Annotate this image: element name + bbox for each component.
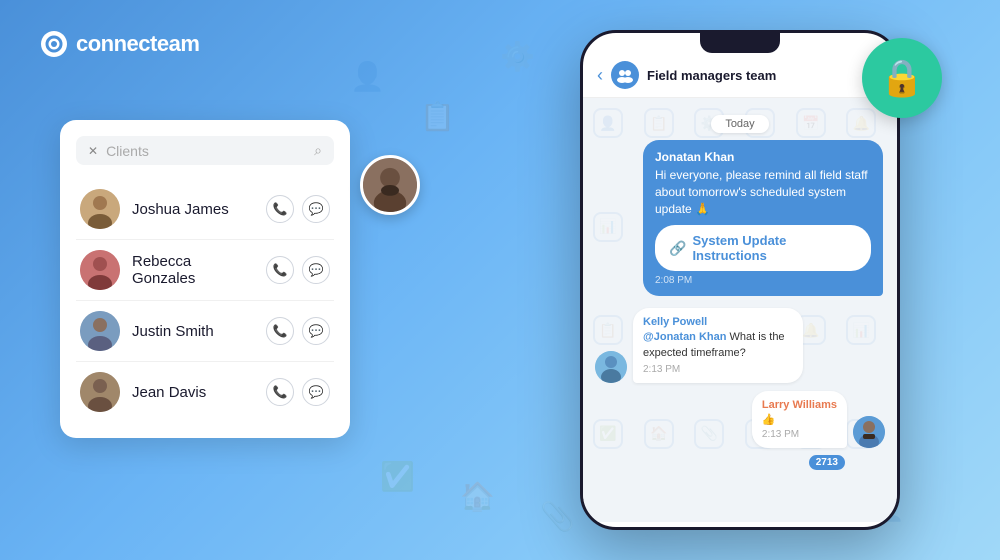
call-button[interactable]: 📞 [266,317,294,345]
link-icon: 🔗 [669,240,686,257]
outgoing-message: Jonatan Khan Hi everyone, please remind … [643,140,883,296]
contact-name: Rebecca Gonzales [132,253,254,287]
message-button[interactable]: 💬 [302,378,330,406]
contact-name: Jean Davis [132,384,254,401]
lock-badge: 🔒 [862,38,942,118]
contact-actions: 📞 💬 [266,317,330,345]
phone-mockup: ‹ Field managers team 👤 📋 ⚙️ 💬 📅 🔔 📊 ✅ 🏠… [580,30,900,530]
group-icon [611,61,639,89]
phone-notch [700,33,780,53]
channel-title: Field managers team [647,68,776,83]
call-button[interactable]: 📞 [266,195,294,223]
list-item: Jean Davis 📞 💬 [76,362,334,422]
avatar [80,311,120,351]
phone-chat-body: 👤 📋 ⚙️ 💬 📅 🔔 📊 ✅ 🏠 📎 🔗 👤 📋 ⚙️ 💬 📅 🔔 📊 ✅ … [583,98,897,522]
call-button[interactable]: 📞 [266,378,294,406]
contact-list-card: ✕ Clients ⌕ Joshua James 📞 💬 Rebecca G [60,120,350,438]
contact-actions: 📞 💬 [266,195,330,223]
list-item: Rebecca Gonzales 📞 💬 [76,240,334,301]
app-logo: connecteam [40,30,199,58]
contact-name: Joshua James [132,201,254,218]
search-input-label: Clients [106,143,306,159]
avatar [853,416,885,448]
message-button[interactable]: 💬 [302,195,330,223]
today-divider: Today [591,114,889,132]
avatar [80,372,120,412]
message-bubble: Kelly Powell @Jonatan Khan What is the e… [633,308,803,383]
call-button[interactable]: 📞 [266,256,294,284]
lock-icon: 🔒 [880,57,925,99]
message-button[interactable]: 💬 [302,317,330,345]
search-icon: ⌕ [314,142,322,159]
link-button[interactable]: 🔗 System Update Instructions [655,225,871,271]
close-icon[interactable]: ✕ [88,144,98,158]
list-item: Justin Smith 📞 💬 [76,301,334,362]
incoming-message-row: Kelly Powell @Jonatan Khan What is the e… [595,308,885,383]
incoming-message-row-larry: Larry Williams 👍 2:13 PM [595,391,885,448]
avatar [595,351,627,383]
avatar [80,189,120,229]
message-button[interactable]: 💬 [302,256,330,284]
contact-name: Justin Smith [132,323,254,340]
contact-actions: 📞 💬 [266,256,330,284]
contact-actions: 📞 💬 [266,378,330,406]
search-bar[interactable]: ✕ Clients ⌕ [76,136,334,165]
back-button[interactable]: ‹ [597,65,603,86]
avatar [80,250,120,290]
avatar [360,155,420,215]
message-bubble: Larry Williams 👍 2:13 PM [752,391,847,448]
phone-header: ‹ Field managers team [583,53,897,98]
list-item: Joshua James 📞 💬 [76,179,334,240]
